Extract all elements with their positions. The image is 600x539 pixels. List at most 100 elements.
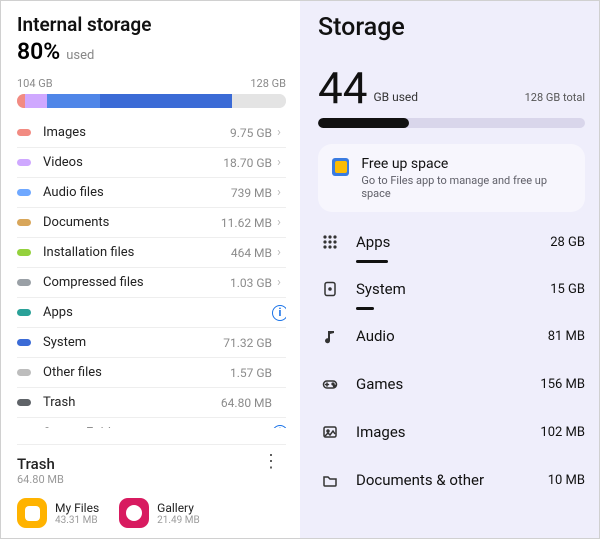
internal-storage-title: Internal storage [17,13,286,36]
color-pill [17,189,31,196]
category-label: Documents [43,215,221,230]
usage-summary: 44 GB used 128 GB total [318,66,585,110]
row-label: Apps [356,233,550,251]
color-pill [17,369,31,376]
info-icon[interactable]: i [272,305,286,321]
bar-segment [232,94,286,108]
category-list: Images9.75 GB›Videos18.70 GB›Audio files… [17,118,286,428]
category-row[interactable]: Appsi [17,298,286,328]
storage-row[interactable]: Audio81 MB [318,312,585,360]
images-icon [318,424,342,440]
info-icon[interactable]: i [272,425,286,428]
card-subtitle: Go to Files app to manage and free up sp… [361,174,571,200]
system-icon [318,281,342,297]
category-row[interactable]: Compressed files1.03 GB› [17,268,286,298]
category-label: Compressed files [43,275,230,290]
app-icon [17,498,47,528]
category-size: 739 MB [231,186,272,200]
storage-row[interactable]: Apps28 GB [318,218,585,266]
usage-bar [17,94,286,108]
row-label: Games [356,375,540,393]
storage-row[interactable]: Games156 MB [318,360,585,408]
category-label: Videos [43,155,223,170]
category-row[interactable]: Images9.75 GB› [17,118,286,148]
used-percent-suffix: used [66,48,94,63]
usage-bar [318,118,585,128]
category-label: System [43,335,223,350]
used-percent-value: 80% [17,38,60,65]
chevron-right-icon: › [272,215,286,230]
category-size: 71.32 GB [223,336,272,350]
row-size: 81 MB [548,329,585,344]
row-label: Documents & other [356,471,548,489]
card-title: Free up space [361,156,571,172]
usage-line [356,307,374,310]
category-label: Apps [43,305,272,320]
category-row[interactable]: Installation files464 MB› [17,238,286,268]
category-size: 464 MB [231,246,272,260]
trash-section: Trash 64.80 MB ⋮ My Files43.31 MBGallery… [17,444,286,528]
category-label: Images [43,125,230,140]
free-up-space-card[interactable]: Free up space Go to Files app to manage … [318,144,585,212]
used-number: 44 [318,66,367,110]
chevron-right-icon: › [272,125,286,140]
color-pill [17,249,31,256]
color-pill [17,129,31,136]
row-size: 15 GB [550,282,585,297]
storage-category-list: Apps28 GBSystem15 GBAudio81 MBGames156 M… [318,218,585,504]
row-size: 10 MB [548,473,585,488]
total-gb-label: 128 GB [250,77,286,90]
color-pill [17,309,31,316]
chevron-right-icon: › [272,155,286,170]
category-label: Trash [43,395,221,410]
color-pill [17,159,31,166]
chevron-right-icon: › [272,275,286,290]
trash-apps: My Files43.31 MB Gallery21.49 MB [17,498,286,528]
row-size: 156 MB [540,377,585,392]
category-size: 11.62 MB [221,216,272,230]
chevron-right-icon: › [272,185,286,200]
category-size: 64.80 MB [221,396,272,410]
category-label: Installation files [43,245,231,260]
usage-line [356,260,388,263]
app-icon [119,498,149,528]
docs-icon [318,472,342,488]
left-pane: Internal storage 80% used 104 GB 128 GB … [1,1,300,538]
category-size: 1.57 GB [230,366,272,380]
category-label: Secure Folder [43,426,272,429]
category-row[interactable]: Other files1.57 GB [17,358,286,388]
category-row[interactable]: Documents11.62 MB› [17,208,286,238]
color-pill [17,279,31,286]
color-pill [17,399,31,406]
games-icon [318,376,342,392]
chevron-right-icon: › [272,245,286,260]
category-row[interactable]: Secure Folderi [17,418,286,428]
row-label: Images [356,423,540,441]
category-row[interactable]: System71.32 GB [17,328,286,358]
storage-row[interactable]: Documents & other10 MB [318,456,585,504]
row-size: 28 GB [550,235,585,250]
right-pane: Storage 44 GB used 128 GB total Free up … [300,1,599,538]
app-size: 21.49 MB [157,515,200,526]
trash-app[interactable]: Gallery21.49 MB [119,498,200,528]
category-row[interactable]: Audio files739 MB› [17,178,286,208]
category-row[interactable]: Videos18.70 GB› [17,148,286,178]
row-label: System [356,280,550,298]
storage-row[interactable]: Images102 MB [318,408,585,456]
apps-icon [318,234,342,250]
app-name: Gallery [157,501,200,515]
audio-icon [318,328,342,344]
row-size: 102 MB [540,425,585,440]
files-app-icon [332,158,349,176]
app-name: My Files [55,501,99,515]
category-row[interactable]: Trash64.80 MB [17,388,286,418]
usage-bar-fill [318,118,409,128]
app-size: 43.31 MB [55,515,99,526]
category-size: 9.75 GB [230,126,272,140]
trash-heading[interactable]: Trash [17,455,256,473]
more-options-icon[interactable]: ⋮ [256,455,286,469]
storage-row[interactable]: System15 GB [318,265,585,313]
trash-app[interactable]: My Files43.31 MB [17,498,99,528]
category-label: Audio files [43,185,231,200]
bar-segment [25,94,47,108]
